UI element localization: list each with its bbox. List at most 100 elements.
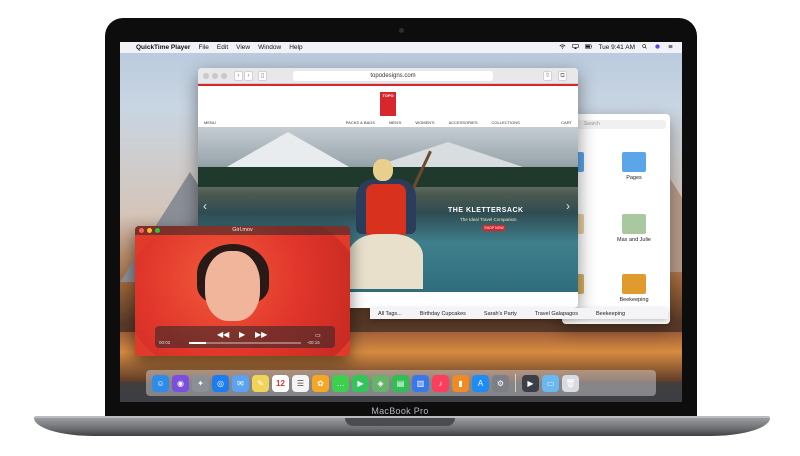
forward-button[interactable]: › bbox=[244, 71, 253, 81]
address-bar[interactable]: topodesigns.com bbox=[293, 71, 493, 81]
play-icon[interactable]: ▶ bbox=[239, 330, 245, 339]
nav-link[interactable]: MEN'S bbox=[389, 120, 401, 125]
menu-help[interactable]: Help bbox=[289, 44, 302, 51]
back-button[interactable]: ‹ bbox=[234, 71, 243, 81]
brand-label: MacBook Pro bbox=[371, 406, 429, 416]
folder-icon[interactable]: ▭ bbox=[542, 374, 559, 392]
tag-item[interactable]: Birthday Cupcakes bbox=[420, 311, 466, 317]
hero-shop-button[interactable]: SHOP NOW bbox=[483, 225, 505, 231]
fast-forward-icon[interactable]: ▶▶ bbox=[255, 330, 267, 339]
tag-item[interactable]: Travel Galapagos bbox=[535, 311, 578, 317]
messages-icon[interactable]: … bbox=[332, 374, 349, 392]
desktop: QuickTime Player File Edit View Window H… bbox=[120, 42, 682, 402]
music-icon[interactable]: ♪ bbox=[432, 374, 449, 392]
camera bbox=[399, 28, 404, 33]
facetime-icon[interactable]: ▶ bbox=[352, 374, 369, 392]
calendar-icon[interactable]: 12 bbox=[272, 374, 289, 392]
clock[interactable]: Tue 9:41 AM bbox=[598, 44, 635, 51]
tabs-icon[interactable]: ⧉ bbox=[558, 71, 567, 81]
books-icon[interactable]: ▮ bbox=[452, 374, 469, 392]
finder-window[interactable]: Search ers Pages uppy Max and Julie bbox=[562, 114, 670, 324]
carousel-prev-icon[interactable]: ‹ bbox=[203, 199, 207, 213]
time-elapsed: 00:02 bbox=[159, 340, 171, 345]
siri-icon[interactable]: ◉ bbox=[172, 374, 189, 392]
photo-thumbnail-icon bbox=[622, 274, 646, 294]
laptop-notch bbox=[345, 418, 455, 426]
battery-icon[interactable] bbox=[585, 44, 593, 51]
keynote-icon[interactable]: ▥ bbox=[412, 374, 429, 392]
safari-icon[interactable]: ◎ bbox=[212, 374, 229, 392]
mail-icon[interactable]: ✉ bbox=[232, 374, 249, 392]
site-menu-link[interactable]: MENU bbox=[204, 120, 216, 125]
video-subject-face bbox=[205, 251, 260, 321]
finder-item-label: Max and Julie bbox=[617, 237, 651, 243]
folder-icon bbox=[622, 152, 646, 172]
playback-controls: ◀◀ ▶ ▶▶ ▭ 00:02 -00:15 bbox=[155, 326, 335, 348]
time-remaining: -00:15 bbox=[307, 340, 320, 345]
finder-tag-bar: All Tags... Birthday Cupcakes Sarah's Pa… bbox=[370, 308, 668, 319]
rewind-icon[interactable]: ◀◀ bbox=[217, 330, 229, 339]
finder-item-label: Pages bbox=[626, 175, 642, 181]
safari-toolbar: ‹ › ▯ topodesigns.com ⇧ ⧉ bbox=[198, 68, 578, 84]
macbook: QuickTime Player File Edit View Window H… bbox=[0, 0, 800, 456]
carousel-next-icon[interactable]: › bbox=[566, 199, 570, 213]
finder-icon[interactable]: ☺ bbox=[152, 374, 169, 392]
menu-app-name[interactable]: QuickTime Player bbox=[136, 44, 190, 51]
minimize-window-button[interactable] bbox=[147, 228, 152, 233]
system-preferences-icon[interactable]: ⚙ bbox=[492, 374, 509, 392]
nav-link[interactable]: WOMEN'S bbox=[415, 120, 434, 125]
playback-progress-fill bbox=[189, 342, 206, 344]
quicktime-titlebar: Girl.mov bbox=[135, 226, 350, 235]
menu-edit[interactable]: Edit bbox=[217, 44, 228, 51]
video-title: Girl.mov bbox=[232, 227, 253, 233]
photo-thumbnail-icon bbox=[622, 214, 646, 234]
sidebar-icon[interactable]: ▯ bbox=[258, 71, 267, 81]
launchpad-icon[interactable]: ✦ bbox=[192, 374, 209, 392]
numbers-icon[interactable]: ▤ bbox=[392, 374, 409, 392]
tag-item[interactable]: Sarah's Party bbox=[484, 311, 517, 317]
photos-icon[interactable]: ✿ bbox=[312, 374, 329, 392]
minimize-window-button[interactable] bbox=[212, 73, 218, 79]
hero-title: THE KLETTERSACK bbox=[448, 207, 524, 214]
share-icon[interactable]: ⇧ bbox=[543, 71, 552, 81]
dock-separator bbox=[515, 374, 516, 392]
airplay-icon[interactable] bbox=[572, 44, 579, 51]
playback-scrubber[interactable] bbox=[189, 342, 301, 344]
finder-item-beekeeping[interactable]: Beekeeping bbox=[614, 274, 654, 303]
cart-link[interactable]: CART bbox=[561, 120, 572, 125]
notes-icon[interactable]: ✎ bbox=[252, 374, 269, 392]
site-header-stripe bbox=[198, 84, 578, 86]
menu-view[interactable]: View bbox=[236, 44, 250, 51]
quicktime-window[interactable]: Girl.mov ◀◀ ▶ ▶▶ ▭ 00:02 -00:15 bbox=[135, 226, 350, 356]
zoom-window-button[interactable] bbox=[155, 228, 160, 233]
reminders-icon[interactable]: ☰ bbox=[292, 374, 309, 392]
menu-file[interactable]: File bbox=[198, 44, 208, 51]
close-window-button[interactable] bbox=[139, 228, 144, 233]
nav-link[interactable]: COLLECTIONS bbox=[492, 120, 520, 125]
tag-all[interactable]: All Tags... bbox=[378, 311, 402, 317]
nav-link[interactable]: PACKS & BAGS bbox=[346, 120, 375, 125]
tag-item[interactable]: Beekeeping bbox=[596, 311, 625, 317]
hero-mountain bbox=[218, 132, 358, 172]
quicktime-icon[interactable]: ▶ bbox=[522, 374, 539, 392]
zoom-window-button[interactable] bbox=[221, 73, 227, 79]
finder-item-max-and-julie[interactable]: Max and Julie bbox=[614, 214, 654, 243]
close-window-button[interactable] bbox=[203, 73, 209, 79]
site-logo[interactable]: TOPO bbox=[380, 92, 396, 116]
spotlight-icon[interactable] bbox=[641, 44, 648, 51]
status-area: Tue 9:41 AM bbox=[559, 44, 674, 51]
airplay-icon[interactable]: ▭ bbox=[315, 332, 321, 339]
wifi-icon[interactable] bbox=[559, 44, 566, 51]
siri-menu-icon[interactable] bbox=[654, 44, 661, 51]
nav-link[interactable]: ACCESSORIES bbox=[449, 120, 478, 125]
finder-search-field[interactable]: Search bbox=[576, 120, 666, 129]
maps-icon[interactable]: ◈ bbox=[372, 374, 389, 392]
dock: ☺ ◉ ✦ ◎ ✉ ✎ 12 ☰ ✿… ▶ ◈ ▤ ▥ ♪ ▮ A ⚙ ▶ ▭ 🗑 bbox=[146, 370, 656, 396]
menu-window[interactable]: Window bbox=[258, 44, 281, 51]
notification-center-icon[interactable] bbox=[667, 44, 674, 51]
finder-item-pages[interactable]: Pages bbox=[614, 152, 654, 181]
site-navigation: MENU PACKS & BAGS MEN'S WOMEN'S ACCESSOR… bbox=[198, 117, 578, 127]
trash-icon[interactable]: 🗑 bbox=[562, 374, 579, 392]
app-store-icon[interactable]: A bbox=[472, 374, 489, 392]
menu-bar: QuickTime Player File Edit View Window H… bbox=[120, 42, 682, 53]
